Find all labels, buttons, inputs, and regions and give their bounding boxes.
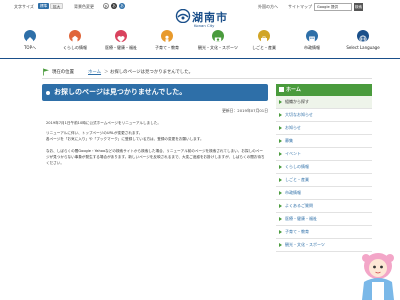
nav-city[interactable]: 市政情報 xyxy=(294,30,330,58)
nav-divider xyxy=(0,58,400,59)
bg-black-button[interactable]: あ xyxy=(111,3,117,9)
sitemap-link[interactable]: サイトマップ xyxy=(288,4,312,10)
search-button[interactable]: 検索 xyxy=(354,3,363,11)
arrow-right-icon xyxy=(279,126,282,130)
arrow-right-icon xyxy=(279,243,282,247)
home-icon xyxy=(24,30,36,43)
updated-date: 更新日：2019年07月01日 xyxy=(222,108,268,113)
sidebar-heading[interactable]: ホーム xyxy=(276,84,372,96)
konan-emblem-icon xyxy=(175,9,191,23)
arrow-right-icon xyxy=(279,191,282,195)
title-bullet-icon xyxy=(46,90,50,95)
bg-color-label: 背景色変更 xyxy=(74,4,94,9)
main-content: お探しのページは見つかりませんでした。 更新日：2019年07月01日 2019… xyxy=(42,84,268,300)
location-flag-icon xyxy=(43,68,49,76)
nav-education[interactable]: 子育て・教育 xyxy=(149,30,185,58)
sidebar-item-city[interactable]: 市政情報 xyxy=(276,187,372,200)
font-size-label: 文字サイズ xyxy=(14,4,34,9)
page-title: お探しのページは見つかりませんでした。 xyxy=(42,84,268,101)
nav-language[interactable]: Select Language xyxy=(340,30,386,58)
nav-tourism[interactable]: 観光・文化・スポーツ xyxy=(196,30,240,58)
notice-paragraph-3: なお、しばらくの間Google・Yahooなどの検索サイトから検索した場合、リニ… xyxy=(46,149,265,165)
breadcrumb-separator: ＞ xyxy=(104,70,109,75)
sidebar-item-work[interactable]: しごと・産業 xyxy=(276,174,372,187)
site-subtitle: Konan City xyxy=(194,23,215,28)
arrow-right-icon xyxy=(279,100,282,104)
sidebar-item-organization[interactable]: 組織から探す xyxy=(276,96,372,109)
site-logo[interactable]: 湖南市 Konan City xyxy=(175,5,231,31)
building-icon xyxy=(306,30,318,43)
breadcrumb-home-link[interactable]: ホーム xyxy=(88,69,101,75)
house-icon xyxy=(69,30,81,42)
arrow-right-icon xyxy=(279,178,282,182)
arrow-right-icon xyxy=(279,165,282,169)
sidebar-item-faq[interactable]: よくあるご質問 xyxy=(276,200,372,213)
arrow-right-icon xyxy=(279,230,282,234)
sidebar-item-living[interactable]: くらしの情報 xyxy=(276,161,372,174)
sidebar-item-events[interactable]: イベント xyxy=(276,148,372,161)
breadcrumb-label: 現在の位置 xyxy=(52,70,74,75)
foreign-link[interactable]: 外国の方へ xyxy=(258,4,278,10)
sidebar-item-health[interactable]: 医療・健康・福祉 xyxy=(276,213,372,226)
arrow-right-icon xyxy=(279,217,282,221)
search-input[interactable]: Google 提供 xyxy=(314,3,352,11)
home-square-icon xyxy=(279,87,284,92)
notice-paragraph-2: リニューアルに伴い、トップページのURLが変更されます。 各ページを「お気に入り… xyxy=(46,131,204,141)
sidebar-item-recruit[interactable]: 募集 xyxy=(276,135,372,148)
globe-icon xyxy=(357,30,369,43)
sidebar-item-important[interactable]: 大切なお知らせ xyxy=(276,109,372,122)
arrow-right-icon xyxy=(279,204,282,208)
nav-top[interactable]: TOPへ xyxy=(12,30,48,58)
font-enlarge-button[interactable]: 拡大 xyxy=(50,3,64,9)
breadcrumb-divider xyxy=(42,78,372,79)
nav-health[interactable]: 医療・健康・福祉 xyxy=(103,30,139,58)
breadcrumb-current: お探しのページは見つかりませんでした。 xyxy=(110,70,193,75)
bg-white-button[interactable]: あ xyxy=(103,3,109,9)
bg-blue-button[interactable]: あ xyxy=(119,3,125,9)
heart-icon xyxy=(115,30,127,43)
camera-icon xyxy=(212,30,224,42)
arrow-right-icon xyxy=(279,152,282,156)
briefcase-icon xyxy=(258,30,270,42)
arrow-right-icon xyxy=(279,113,282,117)
notice-paragraph-1: 2019年7月1日午前10時に公式ホームページをリニューアルしました。 xyxy=(46,121,161,125)
font-standard-button[interactable]: 標準 xyxy=(38,3,50,9)
global-nav: TOPへ くらしの情報 医療・健康・福祉 子育て・教育 観光・文化・スポーツ し… xyxy=(0,30,400,58)
nav-work[interactable]: しごと・産業 xyxy=(246,30,282,58)
sidebar-item-education[interactable]: 子育て・教育 xyxy=(276,226,372,239)
nav-living[interactable]: くらしの情報 xyxy=(57,30,93,58)
arrow-right-icon xyxy=(279,139,282,143)
child-icon xyxy=(161,30,173,43)
sidebar-item-news[interactable]: お知らせ xyxy=(276,122,372,135)
mascot-character-icon xyxy=(362,253,394,300)
